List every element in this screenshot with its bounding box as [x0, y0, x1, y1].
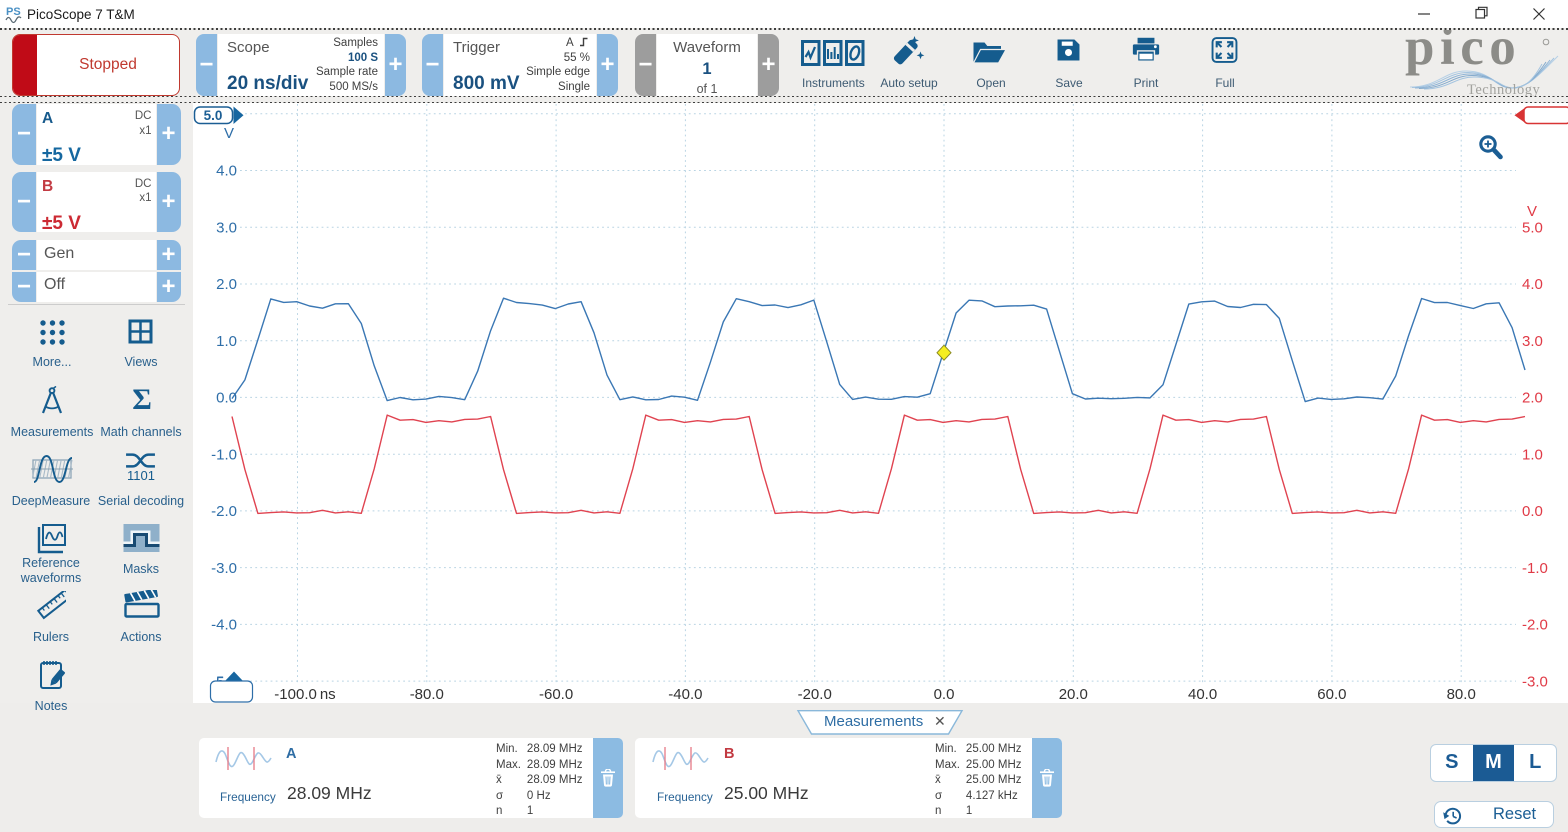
- svg-text:2.0: 2.0: [216, 276, 237, 293]
- svg-text:4.0: 4.0: [216, 163, 237, 180]
- svg-text:-40.0: -40.0: [668, 686, 702, 703]
- svg-text:1.0: 1.0: [1522, 446, 1543, 463]
- svg-text:0.0: 0.0: [934, 686, 955, 703]
- svg-text:V: V: [1527, 203, 1537, 220]
- svg-text:-60.0: -60.0: [539, 686, 573, 703]
- svg-text:-3.0: -3.0: [211, 560, 237, 577]
- svg-text:-1.0: -1.0: [211, 446, 237, 463]
- svg-text:pico: pico: [1405, 30, 1521, 76]
- svg-text:20.0: 20.0: [1059, 686, 1088, 703]
- svg-text:3.0: 3.0: [216, 220, 237, 237]
- svg-text:0.0: 0.0: [216, 390, 237, 407]
- svg-text:-4.0: -4.0: [211, 617, 237, 634]
- svg-text:-1.0: -1.0: [1522, 560, 1548, 577]
- svg-text:V: V: [224, 125, 234, 142]
- svg-text:1.0: 1.0: [216, 333, 237, 350]
- svg-text:PS: PS: [6, 6, 21, 18]
- svg-text:2.0: 2.0: [1522, 390, 1543, 407]
- svg-text:Technology: Technology: [1467, 82, 1540, 96]
- svg-text:3.0: 3.0: [1522, 333, 1543, 350]
- svg-text:4.0: 4.0: [1522, 276, 1543, 293]
- svg-text:0.0: 0.0: [1522, 503, 1543, 520]
- svg-text:60.0: 60.0: [1317, 686, 1346, 703]
- svg-text:-3.0: -3.0: [1522, 673, 1548, 690]
- svg-text:5.0: 5.0: [204, 108, 223, 123]
- svg-text:-2.0: -2.0: [1522, 617, 1548, 634]
- svg-text:40.0: 40.0: [1188, 686, 1217, 703]
- svg-text:-20.0: -20.0: [798, 686, 832, 703]
- svg-text:-100.0 ns: -100.0 ns: [274, 686, 335, 703]
- svg-text:80.0: 80.0: [1447, 686, 1476, 703]
- svg-text:-80.0: -80.0: [410, 686, 444, 703]
- svg-text:-2.0: -2.0: [211, 503, 237, 520]
- svg-text:5.0: 5.0: [1522, 220, 1543, 237]
